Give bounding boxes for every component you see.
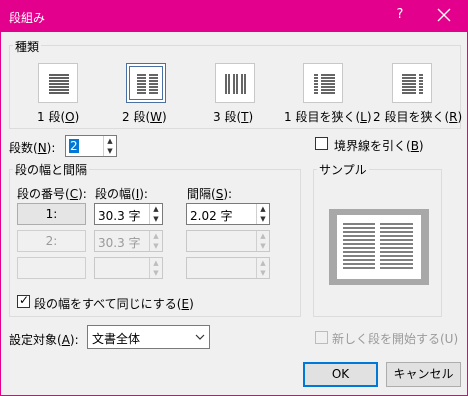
presets-group-label: 種類 xyxy=(13,38,42,55)
column-width-2: 30.3 字 ▲ ▼ xyxy=(94,230,163,252)
spin-down-icon[interactable]: ▼ xyxy=(150,214,162,224)
spin-down-icon[interactable]: ▼ xyxy=(104,146,116,156)
spin-up-icon: ▲ xyxy=(153,259,159,267)
width-spacing-group-label: 段の幅と間隔 xyxy=(13,161,90,178)
column-spacing-2: ▲ ▼ xyxy=(186,230,270,252)
columns-dialog: 段組み ? 種類 1 段(O) 2 段(W) 3 段(T) 1 段目を狭く(L)… xyxy=(0,0,468,396)
spin-down-icon: ▼ xyxy=(153,269,159,277)
close-button[interactable] xyxy=(433,4,455,26)
line-between-label: 境界線を引く(B) xyxy=(334,139,424,153)
column-spacing-3: ▲ ▼ xyxy=(186,257,270,279)
help-button[interactable]: ? xyxy=(391,7,409,22)
cancel-button[interactable]: キャンセル xyxy=(386,362,461,387)
spin-up-icon: ▲ xyxy=(153,232,159,240)
preset-two-columns-label: 2 段(W) xyxy=(122,110,167,124)
spin-up-icon[interactable]: ▲ xyxy=(150,204,162,214)
checkmark-icon: ✓ xyxy=(19,293,30,307)
right-narrow-icon xyxy=(402,74,423,94)
column-number-3 xyxy=(17,257,86,279)
equal-width-label: 段の幅をすべて同じにする(E) xyxy=(34,297,194,311)
apply-to-label: 設定対象(A): xyxy=(9,333,79,347)
column-width-1[interactable]: 30.3 字 ▲ ▼ xyxy=(94,203,163,225)
preset-three-columns-label: 3 段(T) xyxy=(213,110,254,124)
preset-three-columns[interactable] xyxy=(215,63,255,103)
ok-button[interactable]: OK xyxy=(303,362,378,387)
title-bar: 段組み ? xyxy=(1,1,467,32)
close-icon xyxy=(437,8,451,22)
spin-down-icon: ▼ xyxy=(260,242,266,250)
columns-count-label: 段数(N): xyxy=(9,141,56,155)
equal-width-checkbox[interactable]: ✓ xyxy=(17,293,30,308)
new-column-label: 新しく段を開始する(U) xyxy=(332,332,459,346)
spin-down-icon: ▼ xyxy=(260,269,266,277)
spin-up-icon: ▲ xyxy=(260,259,266,267)
preview-page xyxy=(329,209,429,285)
column-width-header: 段の幅(I): xyxy=(95,187,148,201)
spin-up-icon[interactable]: ▲ xyxy=(257,204,269,214)
spin-down-icon: ▼ xyxy=(153,242,159,250)
preset-right-narrow-label: 2 段目を狭く(R) xyxy=(373,110,463,124)
column-number-2: 2: xyxy=(17,230,86,252)
preset-right-narrow[interactable] xyxy=(392,63,432,103)
three-columns-icon xyxy=(225,74,246,94)
column-number-1[interactable]: 1: xyxy=(17,203,86,225)
apply-to-select[interactable]: 文書全体 xyxy=(87,325,210,349)
preset-one-column-label: 1 段(O) xyxy=(37,110,80,124)
window-title: 段組み xyxy=(9,11,46,25)
column-width-3: ▲ ▼ xyxy=(94,257,163,279)
left-narrow-icon xyxy=(314,74,335,94)
one-column-icon xyxy=(49,74,69,94)
preview-group-label: サンプル xyxy=(317,161,369,178)
column-spacing-1[interactable]: 2.02 字 ▲ ▼ xyxy=(186,203,270,225)
spin-down-icon[interactable]: ▼ xyxy=(257,214,269,224)
column-number-header: 段の番号(C): xyxy=(17,187,87,201)
preset-two-columns[interactable] xyxy=(126,63,166,103)
preset-left-narrow[interactable] xyxy=(303,63,343,103)
columns-count-spinner[interactable]: 2 ▲ ▼ xyxy=(65,135,117,157)
preview-two-columns-icon xyxy=(337,215,421,279)
two-columns-icon xyxy=(137,74,158,94)
new-column-checkbox xyxy=(315,331,328,344)
spin-up-icon: ▲ xyxy=(260,232,266,240)
preset-one-column[interactable] xyxy=(38,63,78,103)
spin-up-icon[interactable]: ▲ xyxy=(104,136,116,146)
column-spacing-header: 間隔(S): xyxy=(187,187,233,201)
preset-left-narrow-label: 1 段目を狭く(L) xyxy=(284,110,372,124)
chevron-down-icon xyxy=(191,326,209,348)
columns-count-value: 2 xyxy=(69,139,79,153)
line-between-checkbox[interactable] xyxy=(315,137,328,150)
